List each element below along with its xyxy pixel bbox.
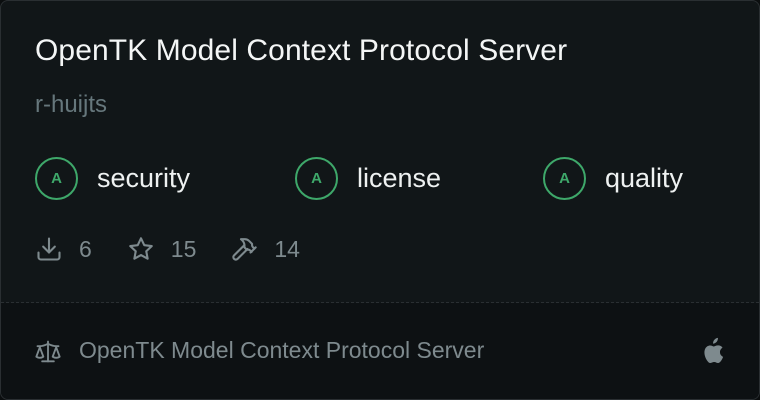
- download-icon: [37, 237, 61, 261]
- quality-grade-badge: A: [543, 156, 586, 200]
- license-grade-badge: A: [295, 156, 338, 200]
- star-icon: [129, 237, 153, 260]
- tools-count: 14: [274, 235, 300, 262]
- security-grade-badge: A: [35, 156, 78, 200]
- quality-grade-label: quality: [605, 162, 684, 193]
- license-text: OpenTK Model Context Protocol Server: [79, 337, 485, 363]
- card-footer: OpenTK Model Context Protocol Server: [1, 303, 759, 399]
- author-name[interactable]: r-huijts: [35, 91, 107, 119]
- license-grade-label: license: [357, 162, 442, 193]
- hammer-icon: [232, 238, 258, 261]
- downloads-count: 6: [79, 235, 92, 262]
- stats-row: 6 15 14: [35, 231, 300, 267]
- quality-grade[interactable]: A quality: [543, 155, 683, 201]
- stars-stat: 15: [127, 235, 197, 263]
- server-title[interactable]: OpenTK Model Context Protocol Server: [35, 34, 567, 68]
- server-card[interactable]: OpenTK Model Context Protocol Server r-h…: [0, 0, 760, 400]
- scale-icon: [35, 340, 61, 363]
- security-grade-label: security: [97, 162, 191, 193]
- apple-icon: [704, 337, 724, 364]
- license-grade[interactable]: A license: [295, 155, 441, 201]
- security-grade[interactable]: A security: [35, 155, 190, 201]
- downloads-stat: 6: [35, 235, 92, 263]
- tools-stat: 14: [230, 235, 300, 263]
- stars-count: 15: [170, 235, 197, 262]
